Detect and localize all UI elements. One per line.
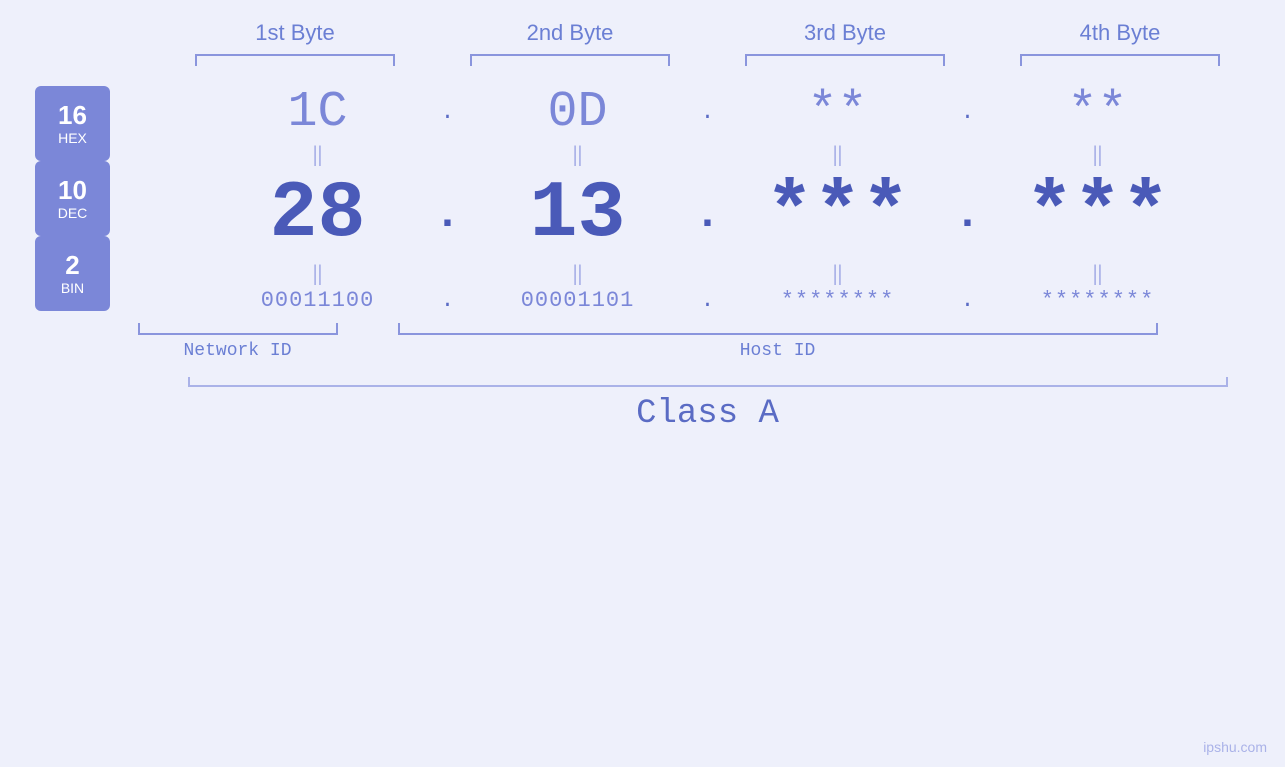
dec-badge: 10 DEC bbox=[35, 161, 110, 236]
network-id-label: Network ID bbox=[138, 341, 338, 361]
equals-row-1: ‖ ‖ ‖ ‖ bbox=[138, 141, 1278, 169]
hex-b2: 0D bbox=[478, 84, 678, 141]
hex-row: 1C . 0D . ** . ** bbox=[138, 84, 1278, 141]
dec-b3: *** bbox=[738, 169, 938, 260]
bin-dot-1: . bbox=[418, 288, 478, 313]
watermark: ipshu.com bbox=[1203, 739, 1267, 755]
hex-dot-2: . bbox=[678, 100, 738, 125]
hex-badge: 16 HEX bbox=[35, 86, 110, 161]
byte-label-1: 1st Byte bbox=[185, 20, 405, 46]
dec-row: 28 . 13 . *** . *** bbox=[138, 169, 1278, 260]
bin-b3: ******** bbox=[738, 288, 938, 313]
bracket-2 bbox=[470, 54, 670, 66]
dec-b2: 13 bbox=[478, 169, 678, 260]
header-row: 1st Byte 2nd Byte 3rd Byte 4th Byte bbox=[158, 0, 1258, 46]
top-brackets bbox=[158, 54, 1258, 66]
bin-dot-2: . bbox=[678, 288, 738, 313]
hex-dot-1: . bbox=[418, 100, 478, 125]
base-labels-column: 16 HEX 10 DEC 2 BIN bbox=[8, 76, 138, 321]
equals-row-2: ‖ ‖ ‖ ‖ bbox=[138, 260, 1278, 288]
dec-dot-2: . bbox=[678, 190, 738, 240]
bottom-brackets-area: Network ID Host ID bbox=[138, 323, 1278, 361]
hex-dot-3: . bbox=[938, 100, 998, 125]
byte-label-4: 4th Byte bbox=[1010, 20, 1230, 46]
byte-label-2: 2nd Byte bbox=[460, 20, 680, 46]
bin-dot-3: . bbox=[938, 288, 998, 313]
dec-dot-1: . bbox=[418, 190, 478, 240]
host-id-label: Host ID bbox=[398, 341, 1158, 361]
byte-label-3: 3rd Byte bbox=[735, 20, 955, 46]
dec-dot-3: . bbox=[938, 190, 998, 240]
bracket-1 bbox=[195, 54, 395, 66]
bin-row: 00011100 . 00001101 . ******** . *******… bbox=[138, 288, 1278, 313]
hex-b1: 1C bbox=[218, 84, 418, 141]
dec-b4: *** bbox=[998, 169, 1198, 260]
bin-b1: 00011100 bbox=[218, 288, 418, 313]
bracket-3 bbox=[745, 54, 945, 66]
class-bracket bbox=[188, 377, 1228, 387]
bracket-4 bbox=[1020, 54, 1220, 66]
hex-b4: ** bbox=[998, 84, 1198, 141]
network-id-bracket bbox=[138, 323, 338, 335]
bin-b4: ******** bbox=[998, 288, 1198, 313]
class-label: Class A bbox=[138, 395, 1278, 433]
class-row: Class A bbox=[138, 377, 1278, 433]
hex-b3: ** bbox=[738, 84, 938, 141]
dec-b1: 28 bbox=[218, 169, 418, 260]
host-id-bracket bbox=[398, 323, 1158, 335]
bin-b2: 00001101 bbox=[478, 288, 678, 313]
main-container: 1st Byte 2nd Byte 3rd Byte 4th Byte 16 H… bbox=[0, 0, 1285, 767]
bin-badge: 2 BIN bbox=[35, 236, 110, 311]
